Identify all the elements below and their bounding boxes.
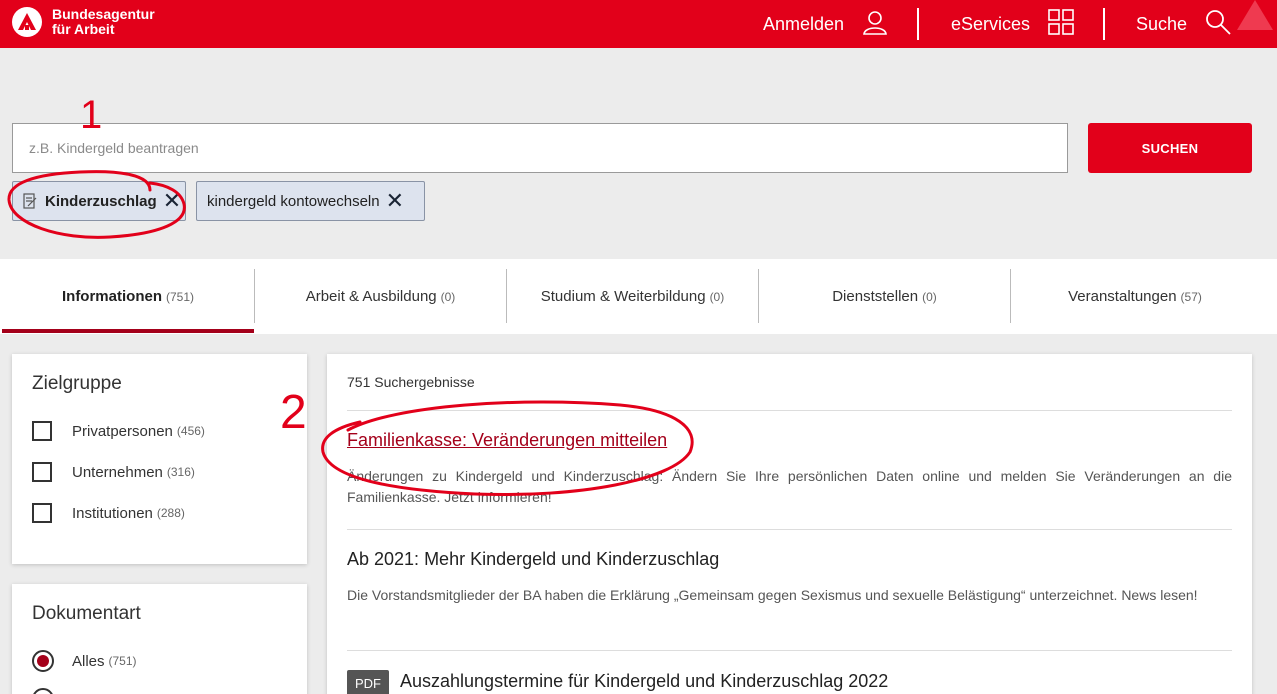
- eservices-label: eServices: [951, 13, 1031, 34]
- tab-label: Dienststellen: [832, 288, 919, 305]
- chip-label: Kinderzuschlag: [45, 192, 157, 210]
- search-nav-label: Suche: [1136, 13, 1188, 34]
- active-tab-indicator: [2, 329, 254, 333]
- filter-label: Institutionen: [72, 504, 153, 522]
- ba-logo-icon: [12, 7, 42, 37]
- result-divider: [347, 410, 1232, 411]
- filter-count: (751): [108, 654, 137, 668]
- login-nav[interactable]: Anmelden: [763, 0, 888, 48]
- tab-label: Informationen: [61, 288, 162, 305]
- tab-label: Veranstaltungen: [1068, 288, 1177, 305]
- filter-label: Privatpersonen: [72, 422, 173, 440]
- chip-label: kindergeld kontowechseln: [207, 192, 380, 210]
- ba-logo[interactable]: Bundesagentur für Arbeit: [12, 7, 155, 37]
- tab-studium-weiterbildung[interactable]: Studium & Weiterbildung (0): [507, 259, 758, 334]
- filter-alles[interactable]: Alles (751): [32, 650, 137, 672]
- tab-count: (751): [165, 289, 194, 304]
- results-panel: 751 Suchergebnisse Familienkasse: Veränd…: [327, 354, 1252, 694]
- top-header: Bundesagentur für Arbeit Anmelden eServi…: [0, 0, 1277, 48]
- radio-button[interactable]: [32, 688, 54, 694]
- tab-label: Arbeit & Ausbildung: [305, 288, 437, 305]
- result-tabs: Informationen (751) Arbeit & Ausbildung …: [0, 259, 1277, 334]
- pdf-badge: PDF: [347, 670, 389, 694]
- filter-chip-kinderzuschlag[interactable]: Kinderzuschlag ✕: [12, 181, 186, 221]
- logo-line-1: Bundesagentur: [52, 6, 155, 22]
- checkbox[interactable]: [32, 503, 52, 523]
- tab-arbeit-ausbildung[interactable]: Arbeit & Ausbildung (0): [255, 259, 506, 334]
- nav-separator: [1103, 8, 1105, 40]
- filter-chip-kontowechseln[interactable]: kindergeld kontowechseln ✕: [196, 181, 425, 221]
- remove-chip-close-icon[interactable]: ✕: [386, 190, 404, 212]
- remove-chip-close-icon[interactable]: ✕: [163, 190, 181, 212]
- panel-title: Dokumentart: [32, 603, 141, 624]
- document-edit-icon: [23, 193, 37, 209]
- corner-decoration: [1237, 0, 1273, 30]
- result-divider: [347, 529, 1232, 530]
- panel-title: Zielgruppe: [32, 373, 122, 394]
- grid-icon: [1048, 8, 1074, 40]
- result-snippet: Die Vorstandsmitglieder der BA haben die…: [347, 587, 1198, 603]
- filter-count: (316): [166, 465, 195, 479]
- filter-count: (288): [156, 506, 185, 520]
- search-input[interactable]: [12, 123, 1068, 173]
- tab-informationen[interactable]: Informationen (751): [2, 259, 254, 334]
- search-submit-button[interactable]: SUCHEN: [1088, 123, 1252, 173]
- filter-panel-zielgruppe: Zielgruppe Privatpersonen (456) Unterneh…: [12, 354, 307, 564]
- filter-label: Alles: [72, 652, 105, 670]
- checkbox[interactable]: [32, 462, 52, 482]
- tab-count: (0): [709, 289, 725, 304]
- result-snippet: Änderungen zu Kindergeld und Kinderzusch…: [347, 468, 1232, 505]
- result-divider: [347, 650, 1232, 651]
- filter-privatpersonen[interactable]: Privatpersonen (456): [32, 421, 205, 441]
- result-title-link[interactable]: Auszahlungstermine für Kindergeld und Ki…: [400, 671, 888, 692]
- radio-button[interactable]: [32, 650, 54, 672]
- filter-count: (456): [176, 424, 205, 438]
- checkbox[interactable]: [32, 421, 52, 441]
- filter-unternehmen[interactable]: Unternehmen (316): [32, 462, 195, 482]
- result-title-link[interactable]: Familienkasse: Veränderungen mitteilen: [347, 430, 667, 451]
- user-icon: [862, 9, 888, 40]
- tab-dienststellen[interactable]: Dienststellen (0): [759, 259, 1010, 334]
- tab-label: Studium & Weiterbildung: [540, 288, 706, 305]
- search-icon: [1205, 9, 1231, 40]
- radio-selected-dot: [37, 655, 49, 667]
- eservices-nav[interactable]: eServices: [951, 0, 1074, 48]
- logo-text: Bundesagentur für Arbeit: [52, 7, 155, 37]
- logo-line-2: für Arbeit: [52, 21, 115, 37]
- filter-next-option[interactable]: [32, 688, 72, 694]
- login-label: Anmelden: [763, 13, 845, 34]
- tab-count: (57): [1180, 289, 1202, 304]
- filter-institutionen[interactable]: Institutionen (288): [32, 503, 185, 523]
- search-nav[interactable]: Suche: [1136, 0, 1231, 48]
- nav-separator: [917, 8, 919, 40]
- filter-panel-dokumentart: Dokumentart Alles (751): [12, 584, 307, 694]
- result-count: 751 Suchergebnisse: [347, 374, 475, 390]
- tab-veranstaltungen[interactable]: Veranstaltungen (57): [1011, 259, 1259, 334]
- tab-count: (0): [922, 289, 937, 304]
- result-title-link[interactable]: Ab 2021: Mehr Kindergeld und Kinderzusch…: [347, 549, 719, 570]
- filter-label: Unternehmen: [72, 463, 163, 481]
- tab-count: (0): [440, 289, 456, 304]
